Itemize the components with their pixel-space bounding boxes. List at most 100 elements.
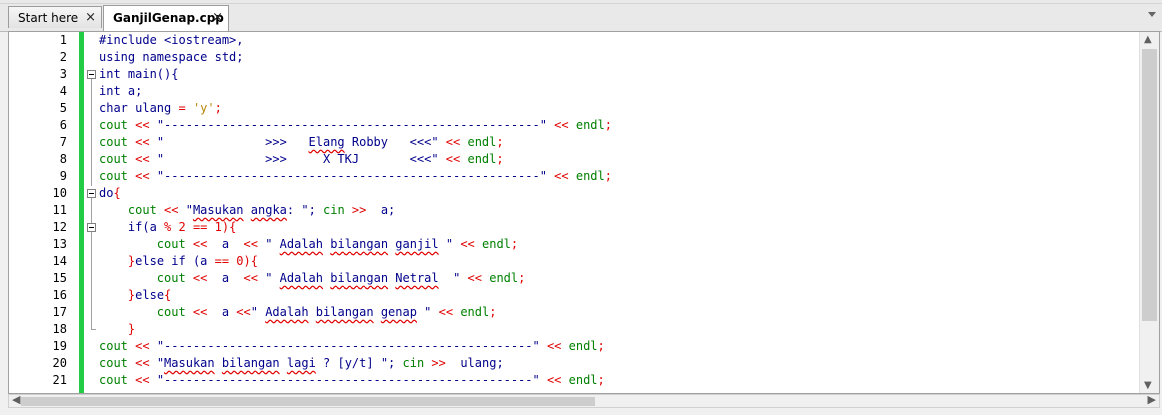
operator: <<: [539, 373, 569, 387]
string-literal: ": [265, 271, 280, 285]
keyword: int: [99, 84, 121, 98]
string-literal: : ";: [286, 203, 316, 217]
string-literal: ": [438, 271, 461, 285]
string-literal: " >>>: [156, 135, 309, 149]
string-literal: ": [438, 237, 454, 251]
stream: cout: [99, 339, 128, 353]
tab-label: GanjilGenap.cpp: [113, 11, 224, 25]
fold-collapse-icon[interactable]: [87, 189, 96, 198]
keyword: using namespace: [99, 50, 208, 64]
identifier: main(){: [120, 67, 179, 81]
operator: <<: [438, 152, 468, 166]
close-icon[interactable]: ×: [212, 6, 223, 30]
horizontal-scrollbar[interactable]: ◀ ▶: [8, 393, 1160, 408]
spell-error-word: bilangan: [315, 305, 374, 319]
identifier: a: [214, 305, 237, 319]
line-number: 5: [59, 101, 67, 115]
identifier: (a: [142, 220, 165, 234]
code-line: cout << " >>> X TKJ <<<" << endl;: [99, 151, 1139, 168]
stream: cout: [99, 118, 128, 132]
spell-error-word: angka: [250, 203, 287, 217]
operator: ;: [489, 305, 497, 319]
code-line: cout << "-------------------------------…: [99, 168, 1139, 185]
operator: <<: [127, 356, 157, 370]
operator: <<: [539, 339, 569, 353]
string-literal: ? [y/t] ";: [315, 356, 396, 370]
fold-collapse-icon[interactable]: [87, 223, 96, 232]
line-number: 12: [52, 220, 67, 234]
string-literal: ": [156, 356, 165, 370]
operator: >>: [344, 203, 374, 217]
tab-ganjilgenap-cpp[interactable]: GanjilGenap.cpp ×: [103, 5, 229, 31]
operator: <<: [236, 237, 266, 251]
line-number: 3: [59, 67, 67, 81]
code-editor[interactable]: 1 2 3 4 5 6 7 8 9 10 11 12 13 14 15 16 1…: [8, 31, 1160, 394]
keyword: if: [127, 220, 143, 234]
fold-end-marker: [91, 329, 96, 330]
stream: cout: [156, 305, 186, 319]
stream: cin: [395, 356, 425, 370]
identifier: std;: [207, 50, 244, 64]
operator: <<: [185, 237, 215, 251]
operator: >>: [424, 356, 454, 370]
spell-error-word: bilangan: [221, 356, 280, 370]
stream: cout: [99, 169, 128, 183]
code-line: #include <iostream>,: [99, 32, 1139, 49]
line-number: 21: [52, 373, 67, 387]
spell-error-word: Adalah: [265, 305, 309, 319]
operator: <<: [127, 339, 157, 353]
line-number: 8: [59, 152, 67, 166]
string-literal: Robby <<<": [344, 135, 439, 149]
code-line: char ulang = 'y';: [99, 100, 1139, 117]
stream: endl: [467, 135, 497, 149]
vertical-scroll-thumb[interactable]: [1142, 49, 1157, 321]
operator: <<: [127, 169, 157, 183]
spell-error-word: lagi: [286, 356, 316, 370]
string-literal: "---------------------------------------…: [156, 169, 547, 183]
operator: <<: [236, 271, 266, 285]
horizontal-scroll-thumb[interactable]: [21, 397, 595, 406]
operator: ){: [221, 220, 237, 234]
preprocessor-directive: #include <iostream>,: [99, 33, 244, 47]
operator: ;: [510, 237, 519, 251]
string-literal: ": [265, 237, 280, 251]
line-number: 16: [52, 288, 67, 302]
code-line: cout << "Masukan bilangan lagi ? [y/t] "…: [99, 355, 1139, 372]
operator: ;: [496, 152, 504, 166]
string-literal: " >>> X TKJ <<<": [156, 152, 439, 166]
scroll-up-icon[interactable]: ▲: [1144, 34, 1152, 45]
line-number: 14: [52, 254, 67, 268]
tab-label: Start here: [18, 11, 79, 25]
scroll-down-icon[interactable]: ▼: [1144, 380, 1152, 391]
operator: {: [164, 288, 172, 302]
keyword: else if: [135, 254, 186, 268]
stream: endl: [568, 339, 598, 353]
operator: ){: [243, 254, 258, 268]
operator: }: [127, 322, 136, 336]
spell-error-word: Adalah: [279, 237, 324, 251]
operator: == 0: [214, 254, 244, 268]
stream: cout: [127, 203, 157, 217]
stream: endl: [460, 305, 490, 319]
fold-collapse-icon[interactable]: [87, 70, 96, 79]
operator: <<: [453, 237, 482, 251]
scroll-right-icon[interactable]: ▶: [1148, 393, 1156, 406]
tab-list-dropdown-icon[interactable]: [1148, 12, 1156, 17]
code-line: do{: [99, 185, 1139, 202]
code-line: if(a % 2 == 1){: [99, 219, 1139, 236]
scroll-left-icon[interactable]: ◀: [12, 393, 20, 406]
char-literal: 'y': [185, 101, 215, 115]
keyword: else: [135, 288, 165, 302]
operator: <<: [185, 305, 215, 319]
string-literal: ": [416, 305, 432, 319]
code-line: int main(){: [99, 66, 1139, 83]
code-area[interactable]: #include <iostream>, using namespace std…: [99, 32, 1139, 393]
vertical-scrollbar[interactable]: ▲ ▼: [1139, 32, 1159, 393]
close-icon[interactable]: ×: [85, 7, 96, 29]
tab-start-here[interactable]: Start here ×: [8, 6, 102, 28]
code-line: using namespace std;: [99, 49, 1139, 66]
operator: ;: [597, 373, 605, 387]
stream: cout: [99, 135, 128, 149]
operator: ;: [214, 101, 222, 115]
line-number: 19: [52, 339, 67, 353]
